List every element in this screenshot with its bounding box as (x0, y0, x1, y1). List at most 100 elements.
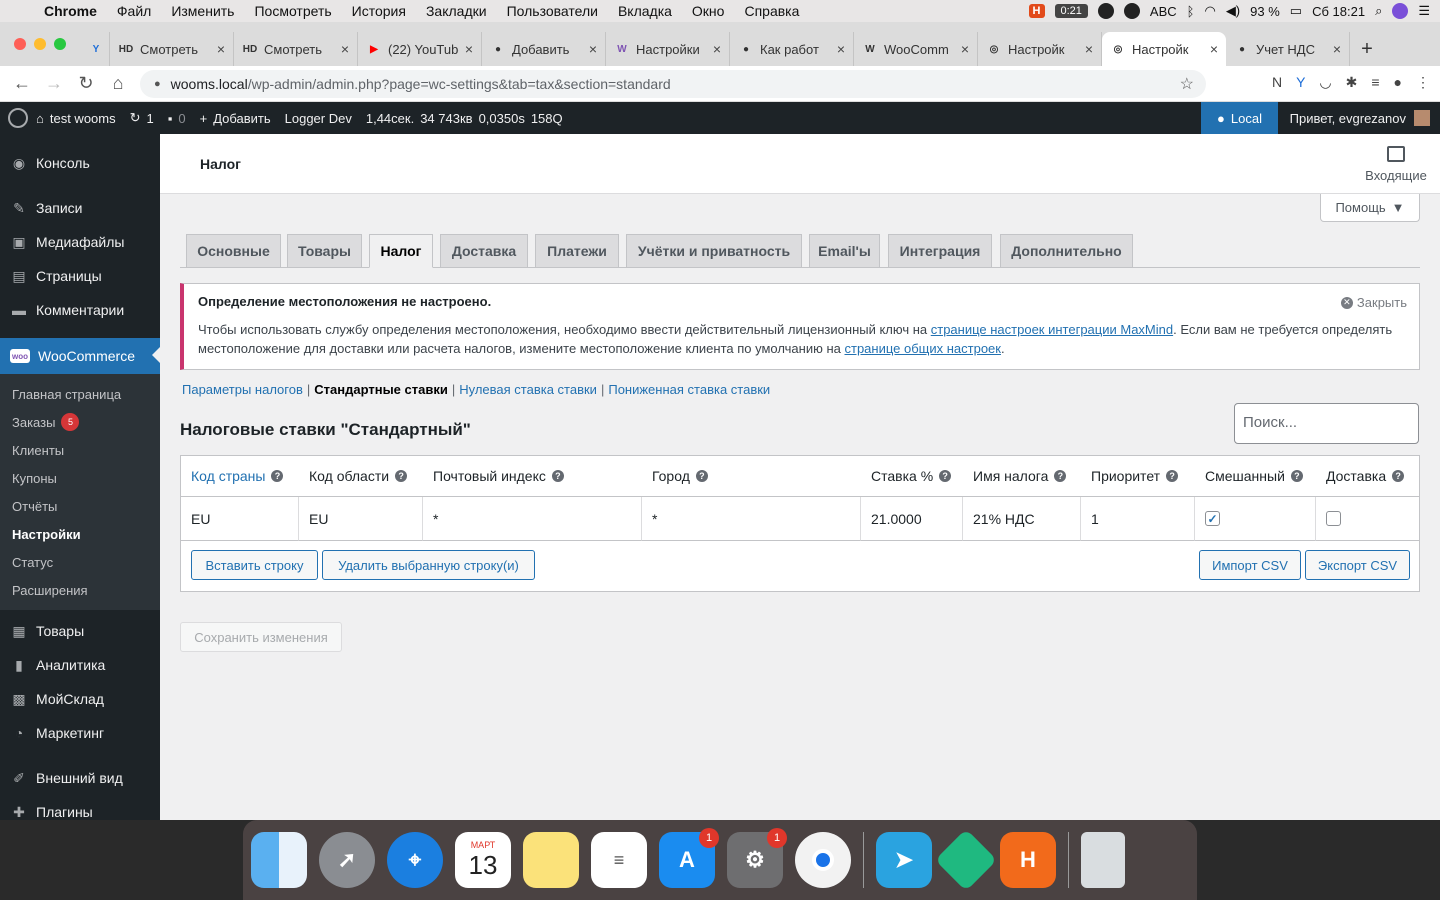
trash-icon[interactable] (1081, 832, 1125, 888)
cell-city[interactable]: * (642, 497, 861, 541)
export-csv-button[interactable]: Экспорт CSV (1305, 550, 1410, 580)
more-menu-icon[interactable]: ⋮ (1416, 74, 1430, 91)
save-changes-button[interactable]: Сохранить изменения (180, 622, 342, 652)
admin-bar-new[interactable]: + Добавить (200, 111, 271, 126)
zoom-window-button[interactable] (54, 38, 66, 50)
section-standard-rates[interactable]: Стандартные ставки (314, 382, 448, 397)
submenu-coupons[interactable]: Купоны (0, 464, 160, 492)
bookmark-star-icon[interactable]: ☆ (1180, 74, 1194, 94)
menu-history[interactable]: История (352, 3, 406, 19)
address-bar[interactable]: ● wooms.local/wp-admin/admin.php?page=wc… (140, 70, 1206, 98)
column-country-code[interactable]: Код страны? (181, 456, 299, 496)
sidebar-item-comments[interactable]: ▬ Комментарии (0, 293, 160, 327)
section-reduced-rate[interactable]: Пониженная ставка ставки (608, 382, 770, 397)
siri-icon[interactable] (1392, 3, 1409, 19)
tab-emails[interactable]: Email'ы (809, 234, 880, 268)
close-tab-icon[interactable]: × (1085, 41, 1093, 57)
close-tab-icon[interactable]: × (837, 41, 845, 57)
admin-bar-account[interactable]: Привет, evgrezanov (1290, 102, 1430, 134)
browser-tab[interactable]: W Настройки × (606, 32, 730, 66)
import-csv-button[interactable]: Импорт CSV (1199, 550, 1301, 580)
admin-bar-comments[interactable]: ▪ 0 (168, 111, 186, 126)
wordpress-logo-icon[interactable] (0, 102, 36, 134)
input-language[interactable]: ABC (1150, 4, 1177, 19)
sidebar-item-appearance[interactable]: ✐ Внешний вид (0, 761, 160, 795)
query-monitor-stats[interactable]: 1,44сек. 34 743кв 0,0350s 158Q (366, 111, 563, 126)
wifi-icon[interactable]: ◠ (1204, 3, 1215, 19)
submenu-customers[interactable]: Клиенты (0, 436, 160, 464)
telegram-icon[interactable]: ➤ (876, 832, 932, 888)
browser-tab[interactable]: W WooComm × (854, 32, 978, 66)
menu-bookmarks[interactable]: Закладки (426, 3, 487, 19)
launchpad-icon[interactable]: ➚ (319, 832, 375, 888)
browser-tab[interactable]: ● Учет НДС × (1226, 32, 1350, 66)
submenu-home[interactable]: Главная страница (0, 380, 160, 408)
sidebar-item-media[interactable]: ▣ Медиафайлы (0, 225, 160, 259)
browser-tab[interactable]: ▶ (22) YouTube × (358, 32, 482, 66)
cell-tax-name[interactable]: 21% НДС (963, 497, 1081, 541)
cell-state[interactable]: EU (299, 497, 423, 541)
help-tip-icon[interactable]: ? (939, 470, 952, 482)
menu-tab[interactable]: Вкладка (618, 3, 672, 19)
sidebar-item-analytics[interactable]: ▮ Аналитика (0, 648, 160, 682)
cell-rate[interactable]: 21.0000 (861, 497, 963, 541)
section-zero-rate[interactable]: Нулевая ставка ставки (459, 382, 597, 397)
admin-bar-logger[interactable]: Logger Dev (285, 111, 352, 126)
notice-dismiss-button[interactable]: ✕ Закрыть (1340, 295, 1407, 310)
help-tip-icon[interactable]: ? (551, 470, 564, 482)
sidebar-item-products[interactable]: ▦ Товары (0, 614, 160, 648)
control-center-icon[interactable]: ☰ (1418, 3, 1430, 19)
inbox-button[interactable]: Входящие (1364, 146, 1428, 183)
close-tab-icon[interactable]: × (1210, 41, 1218, 57)
sidebar-item-woocommerce[interactable]: woo WooCommerce (0, 338, 160, 374)
close-tab-icon[interactable]: × (961, 41, 969, 57)
bluetooth-icon[interactable]: ᛒ (1187, 4, 1195, 19)
close-tab-icon[interactable]: × (713, 41, 721, 57)
timer-display[interactable]: 0:21 (1054, 4, 1088, 18)
submenu-settings[interactable]: Настройки (0, 520, 160, 548)
tab-products[interactable]: Товары (287, 234, 362, 268)
browser-tab[interactable]: ● Как работ × (730, 32, 854, 66)
general-settings-link[interactable]: странице общих настроек (844, 341, 1000, 356)
submenu-orders[interactable]: Заказы 5 (0, 408, 160, 436)
tab-integration[interactable]: Интеграция (888, 234, 992, 268)
browser-tab[interactable]: ● Добавить × (482, 32, 606, 66)
close-tab-icon[interactable]: × (217, 41, 225, 57)
safari-icon[interactable]: ⌖ (387, 832, 443, 888)
spotlight-icon[interactable]: ⌕ (1375, 3, 1382, 19)
menu-edit[interactable]: Изменить (171, 3, 234, 19)
submenu-reports[interactable]: Отчёты (0, 492, 160, 520)
close-tab-icon[interactable]: × (589, 41, 597, 57)
battery-icon[interactable]: ▭ (1290, 3, 1302, 19)
menu-help[interactable]: Справка (744, 3, 799, 19)
tracker-icon[interactable] (1097, 3, 1114, 19)
help-tip-icon[interactable]: ? (395, 470, 408, 482)
hetzner-app-icon[interactable]: H (1000, 832, 1056, 888)
sidebar-item-moysklad[interactable]: ▩ МойСклад (0, 682, 160, 716)
forward-icon[interactable]: → (38, 73, 70, 94)
browser-tab[interactable]: HD Смотреть × (234, 32, 358, 66)
tab-tax[interactable]: Налог (369, 234, 433, 268)
tab-general[interactable]: Основные (186, 234, 281, 268)
cell-country[interactable]: EU (181, 497, 299, 541)
new-tab-button[interactable]: + (1350, 32, 1384, 66)
reload-icon[interactable]: ↻ (70, 73, 102, 94)
tab-shipping[interactable]: Доставка (440, 234, 528, 268)
insert-row-button[interactable]: Вставить строку (191, 550, 318, 580)
local-button[interactable]: ● Local (1201, 102, 1278, 134)
close-tab-icon[interactable]: × (341, 41, 349, 57)
admin-bar-site[interactable]: ⌂ test wooms (36, 111, 116, 126)
battery-percent[interactable]: 93 % (1250, 4, 1280, 19)
minimize-window-button[interactable] (34, 38, 46, 50)
puzzle-icon[interactable]: ✱ (1346, 74, 1358, 91)
tab-advanced[interactable]: Дополнительно (1000, 234, 1133, 268)
delete-rows-button[interactable]: Удалить выбранную строку(и) (322, 550, 535, 580)
profile-avatar[interactable]: ● (1394, 74, 1402, 91)
clock[interactable]: Сб 18:21 (1312, 4, 1365, 19)
help-tip-icon[interactable]: ? (1392, 470, 1405, 482)
menu-file[interactable]: Файл (117, 3, 151, 19)
help-button[interactable]: Помощь ▼ (1320, 194, 1420, 222)
section-tax-options[interactable]: Параметры налогов (182, 382, 303, 397)
help-tip-icon[interactable]: ? (1054, 470, 1067, 482)
calendar-icon[interactable]: МАРТ 13 (455, 832, 511, 888)
